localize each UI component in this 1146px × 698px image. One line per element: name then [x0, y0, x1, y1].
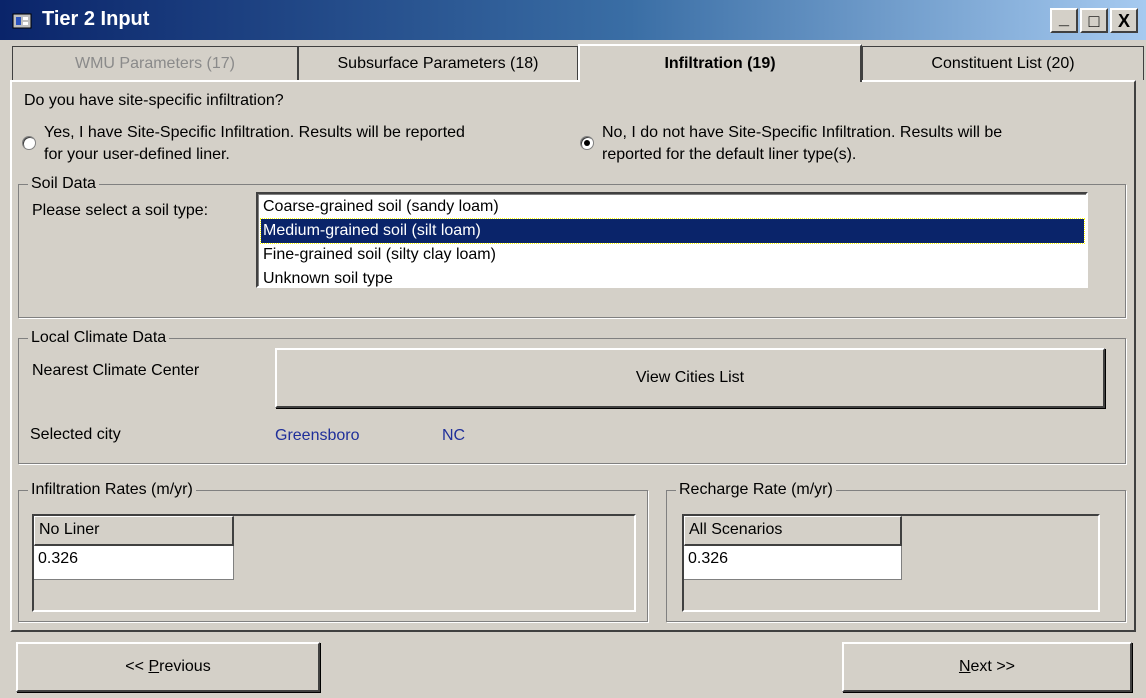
tab-wmu-parameters[interactable]: WMU Parameters (17): [12, 46, 298, 80]
window-title: Tier 2 Input: [42, 8, 150, 30]
tab-constituent-list[interactable]: Constituent List (20): [862, 46, 1144, 80]
climate-data-legend: Local Climate Data: [28, 328, 170, 348]
recharge-rate-cell[interactable]: 0.326: [684, 546, 902, 580]
close-icon: X: [1117, 10, 1130, 31]
selected-city-label: Selected city: [30, 426, 121, 443]
previous-button[interactable]: << Previous: [16, 642, 320, 692]
tab-infiltration[interactable]: Infiltration (19): [578, 44, 862, 82]
minimize-button[interactable]: _: [1050, 8, 1078, 33]
close-button[interactable]: X: [1110, 8, 1138, 33]
tab-label: Infiltration (19): [664, 55, 776, 72]
list-item[interactable]: Fine-grained soil (silty clay loam): [261, 243, 1084, 267]
recharge-rate-legend: Recharge Rate (m/yr): [676, 480, 836, 500]
no-radio-label-line1[interactable]: No, I do not have Site-Specific Infiltra…: [602, 122, 1002, 144]
tab-label: Subsurface Parameters (18): [337, 54, 539, 72]
infiltration-rates-legend: Infiltration Rates (m/yr): [28, 480, 196, 500]
infiltration-grid: No Liner 0.326: [32, 514, 636, 612]
list-item[interactable]: Coarse-grained soil (sandy loam): [261, 195, 1084, 219]
recharge-grid: All Scenarios 0.326: [682, 514, 1100, 612]
view-cities-button-label: View Cities List: [635, 369, 745, 386]
next-button-mnemonic: N: [958, 658, 971, 675]
no-radio-label-line2[interactable]: reported for the default liner type(s).: [602, 144, 856, 166]
soil-type-listbox[interactable]: Coarse-grained soil (sandy loam) Medium-…: [256, 192, 1088, 288]
title-bar[interactable]: [0, 0, 1146, 40]
yes-radio[interactable]: [22, 136, 36, 150]
tab-label: WMU Parameters (17): [74, 54, 236, 72]
previous-button-prefix: <<: [125, 658, 149, 675]
next-button[interactable]: Next >>: [842, 642, 1132, 692]
app-icon: [12, 13, 32, 29]
yes-radio-label-line1[interactable]: Yes, I have Site-Specific Infiltration. …: [44, 122, 465, 144]
minimize-icon: _: [1058, 7, 1069, 28]
previous-button-rest: revious: [159, 658, 211, 675]
view-cities-button[interactable]: View Cities List: [275, 348, 1105, 408]
maximize-button[interactable]: □: [1080, 8, 1108, 33]
soil-type-prompt: Please select a soil type:: [32, 202, 209, 219]
next-button-rest: ext >>: [970, 658, 1016, 675]
infiltration-rate-cell[interactable]: 0.326: [34, 546, 234, 580]
tab-subsurface-parameters[interactable]: Subsurface Parameters (18): [298, 46, 578, 80]
previous-button-mnemonic: P: [148, 658, 160, 675]
radio-dot: [584, 140, 590, 146]
maximize-icon: □: [1088, 10, 1100, 31]
grid-column-header: All Scenarios: [684, 516, 902, 546]
list-item-selected[interactable]: Medium-grained soil (silt loam): [260, 218, 1085, 244]
grid-column-header: No Liner: [34, 516, 234, 546]
soil-data-legend: Soil Data: [28, 174, 99, 194]
selected-city-value: Greensboro: [275, 427, 360, 444]
list-item[interactable]: Unknown soil type: [261, 267, 1084, 291]
nearest-climate-label: Nearest Climate Center: [32, 362, 200, 379]
yes-radio-label-line2[interactable]: for your user-defined liner.: [44, 144, 230, 166]
selected-state-value: NC: [442, 427, 466, 444]
infiltration-question: Do you have site-specific infiltration?: [24, 92, 284, 109]
no-radio[interactable]: [580, 136, 594, 150]
tab-label: Constituent List (20): [931, 54, 1075, 72]
